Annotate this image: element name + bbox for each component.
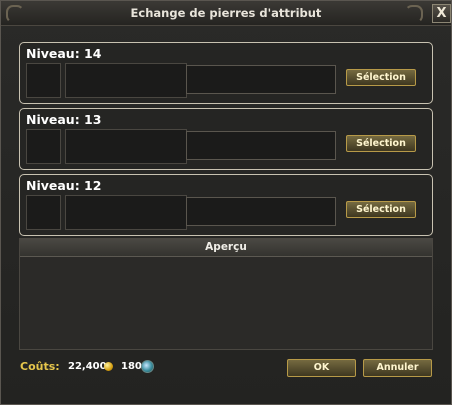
level-panel-13: Niveau: 13 Sélection: [19, 108, 433, 170]
window-title: Echange de pierres d'attribut: [130, 6, 322, 20]
preview-panel: Aperçu: [19, 238, 433, 350]
level-label: Niveau: 13: [26, 112, 102, 127]
stone-name-field: [65, 129, 187, 164]
stone-info-field: [186, 65, 336, 94]
stone-info-field: [186, 131, 336, 160]
stone-name-field: [65, 63, 187, 98]
points-cost: 180: [121, 361, 142, 372]
cancel-button[interactable]: Annuler: [363, 359, 432, 377]
stone-slot[interactable]: [26, 195, 61, 230]
stone-slot[interactable]: [26, 63, 61, 98]
stone-info-field: [186, 197, 336, 226]
select-button[interactable]: Sélection: [346, 201, 416, 218]
level-panel-12: Niveau: 12 Sélection: [19, 174, 433, 236]
attribute-stone-exchange-window: Echange de pierres d'attribut X Niveau: …: [0, 0, 452, 405]
select-button[interactable]: Sélection: [346, 69, 416, 86]
level-label: Niveau: 12: [26, 178, 102, 193]
title-ornament-right-icon: [405, 5, 423, 23]
preview-title: Aperçu: [20, 239, 432, 257]
close-icon[interactable]: X: [432, 4, 451, 23]
title-bar[interactable]: Echange de pierres d'attribut X: [1, 1, 451, 26]
level-label: Niveau: 14: [26, 46, 102, 61]
stone-slot[interactable]: [26, 129, 61, 164]
gem-icon: [141, 360, 154, 373]
cost-label: Coûts:: [20, 360, 60, 373]
gold-coin-icon: [104, 362, 113, 371]
level-panel-14: Niveau: 14 Sélection: [19, 42, 433, 104]
gold-cost: 22,400: [68, 361, 107, 372]
ok-button[interactable]: OK: [287, 359, 356, 377]
stone-name-field: [65, 195, 187, 230]
select-button[interactable]: Sélection: [346, 135, 416, 152]
